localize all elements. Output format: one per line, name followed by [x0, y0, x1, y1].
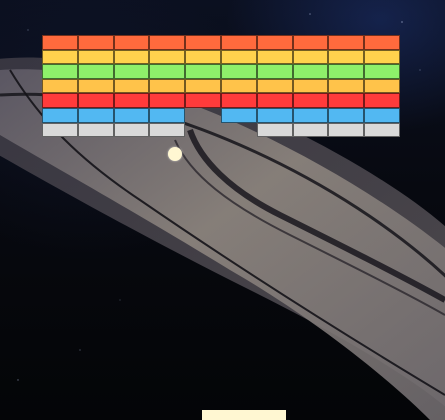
brick	[256, 93, 293, 108]
brick	[185, 78, 221, 94]
brick	[221, 49, 257, 65]
brick	[113, 122, 150, 138]
brick	[328, 78, 365, 94]
brick	[328, 93, 365, 108]
brick	[113, 35, 150, 50]
brick	[292, 93, 329, 108]
brick	[113, 108, 150, 123]
brick	[292, 49, 329, 65]
brick	[256, 122, 293, 138]
brick	[292, 35, 329, 50]
brick	[364, 64, 400, 79]
brick	[221, 93, 257, 108]
brick	[77, 93, 114, 108]
brick	[292, 108, 329, 123]
brick	[77, 35, 114, 50]
brick	[42, 122, 78, 138]
brick	[292, 122, 329, 138]
brick	[221, 78, 257, 94]
brick	[77, 108, 114, 123]
brick-grid	[0, 0, 445, 420]
brick	[328, 108, 365, 123]
brick	[149, 122, 186, 138]
ball	[168, 147, 182, 161]
brick	[149, 64, 186, 79]
brick	[221, 64, 257, 79]
brick	[256, 108, 293, 123]
brick	[328, 122, 365, 138]
brick	[364, 108, 400, 123]
brick	[364, 93, 400, 108]
brick	[42, 49, 78, 65]
brick	[328, 64, 365, 79]
brick	[77, 122, 114, 138]
brick	[42, 108, 78, 123]
brick	[113, 78, 150, 94]
brick	[42, 35, 78, 50]
paddle[interactable]	[202, 410, 286, 420]
game-canvas[interactable]	[0, 0, 445, 420]
brick	[77, 64, 114, 79]
brick	[149, 93, 186, 108]
brick	[256, 78, 293, 94]
brick	[364, 35, 400, 50]
brick	[256, 49, 293, 65]
brick	[42, 78, 78, 94]
brick	[77, 78, 114, 94]
brick	[256, 35, 293, 50]
brick	[149, 35, 186, 50]
brick	[185, 49, 221, 65]
brick	[364, 122, 400, 138]
brick	[185, 64, 221, 79]
brick	[113, 49, 150, 65]
brick	[328, 49, 365, 65]
brick	[113, 64, 150, 79]
brick	[149, 108, 186, 123]
brick	[42, 64, 78, 79]
brick	[364, 49, 400, 65]
brick	[221, 35, 257, 50]
brick	[292, 78, 329, 94]
brick	[221, 108, 257, 123]
brick	[149, 78, 186, 94]
brick	[42, 93, 78, 108]
brick	[149, 49, 186, 65]
brick	[185, 35, 221, 50]
brick	[328, 35, 365, 50]
brick	[77, 49, 114, 65]
brick	[364, 78, 400, 94]
brick	[185, 93, 221, 108]
brick	[256, 64, 293, 79]
brick	[113, 93, 150, 108]
brick	[292, 64, 329, 79]
